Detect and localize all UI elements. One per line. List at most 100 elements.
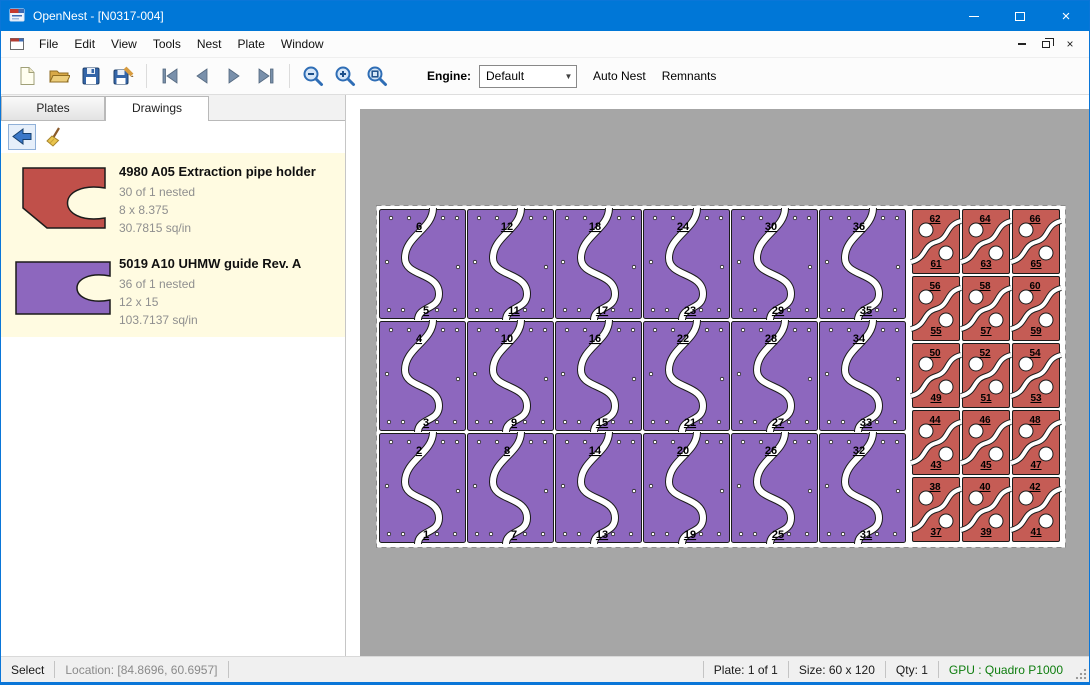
svg-text:64: 64 (979, 214, 991, 225)
return-part-button[interactable] (8, 124, 36, 150)
svg-text:1: 1 (423, 529, 429, 541)
svg-text:28: 28 (765, 333, 777, 345)
red-part-pair[interactable]: 4645 (961, 411, 1011, 475)
new-file-button[interactable] (11, 60, 43, 92)
svg-text:58: 58 (979, 281, 991, 292)
svg-text:11: 11 (508, 305, 520, 317)
svg-text:10: 10 (501, 333, 513, 345)
svg-text:60: 60 (1029, 281, 1041, 292)
save-as-button[interactable] (107, 60, 139, 92)
resize-grip-icon[interactable] (1073, 657, 1089, 682)
purple-part-pair[interactable]: 1817 (556, 208, 642, 320)
red-part-pair[interactable]: 5655 (911, 277, 961, 341)
nest-viewport[interactable]: 6512111817242330293635431091615222128273… (360, 95, 1089, 656)
purple-part-pair[interactable]: 87 (468, 432, 554, 544)
menu-nest[interactable]: Nest (189, 32, 230, 56)
menu-edit[interactable]: Edit (66, 32, 103, 56)
red-part-pair[interactable]: 6463 (961, 210, 1011, 274)
red-part-pair[interactable]: 6261 (911, 210, 961, 274)
engine-select[interactable]: Default ▼ (479, 65, 577, 88)
svg-text:19: 19 (684, 529, 696, 541)
status-mode: Select (1, 663, 54, 677)
zoom-fit-button[interactable] (361, 60, 393, 92)
zoom-in-button[interactable] (329, 60, 361, 92)
remnants-button[interactable]: Remnants (662, 69, 717, 83)
mdi-close-button[interactable]: × (1061, 36, 1079, 52)
red-part-pair[interactable]: 4039 (961, 478, 1011, 542)
last-plate-button[interactable] (250, 60, 282, 92)
tab-drawings[interactable]: Drawings (105, 96, 209, 121)
maximize-button[interactable] (997, 1, 1043, 31)
zoom-fit-icon (366, 65, 388, 87)
tab-plates[interactable]: Plates (1, 96, 105, 120)
nest-canvas[interactable]: 6512111817242330293635431091615222128273… (376, 205, 1066, 548)
purple-part-pair[interactable]: 2625 (732, 432, 818, 544)
zoom-out-button[interactable] (297, 60, 329, 92)
red-part-pair[interactable]: 3837 (911, 478, 961, 542)
purple-part-pair[interactable]: 1211 (468, 208, 554, 320)
panel-splitter[interactable] (346, 95, 360, 656)
red-part-pair[interactable]: 6059 (1011, 277, 1061, 341)
svg-text:27: 27 (772, 417, 784, 429)
svg-text:13: 13 (596, 529, 608, 541)
main-toolbar: Engine: Default ▼ Auto Nest Remnants (1, 57, 1089, 95)
purple-part-pair[interactable]: 2221 (644, 320, 730, 432)
mdi-minimize-button[interactable] (1013, 36, 1031, 52)
purple-part-pair[interactable]: 21 (380, 432, 466, 544)
next-plate-button[interactable] (218, 60, 250, 92)
svg-text:33: 33 (860, 417, 872, 429)
svg-text:5: 5 (423, 305, 429, 317)
red-part-pair[interactable]: 6665 (1011, 210, 1061, 274)
menu-plate[interactable]: Plate (230, 32, 273, 56)
status-separator (228, 661, 229, 678)
auto-nest-button[interactable]: Auto Nest (593, 69, 646, 83)
svg-text:44: 44 (929, 415, 941, 426)
purple-part-pair[interactable]: 3029 (732, 208, 818, 320)
minimize-button[interactable] (951, 1, 997, 31)
purple-part-pair[interactable]: 43 (380, 320, 466, 432)
purple-part-pair[interactable]: 28 27 (732, 320, 818, 432)
svg-text:4: 4 (416, 333, 423, 345)
red-part-pair[interactable]: 5251 (961, 344, 1011, 408)
part-nested-count: 30 of 1 nested (119, 183, 316, 201)
red-part-pair[interactable]: 5453 (1011, 344, 1061, 408)
purple-part-pair[interactable]: 3433 (820, 320, 906, 432)
purple-part-pair[interactable]: 2019 (644, 432, 730, 544)
menu-file[interactable]: File (31, 32, 66, 56)
open-button[interactable] (43, 60, 75, 92)
red-part-pair[interactable]: 4443 (911, 411, 961, 475)
purple-part-pair[interactable]: 65 (380, 208, 466, 320)
purple-part-pair[interactable]: 109 (468, 320, 554, 432)
close-button[interactable]: × (1043, 1, 1089, 31)
part-size: 8 x 8.375 (119, 201, 316, 219)
mdi-restore-button[interactable] (1037, 36, 1055, 52)
svg-text:52: 52 (979, 348, 991, 359)
save-button[interactable] (75, 60, 107, 92)
red-part-pair[interactable]: 5857 (961, 277, 1011, 341)
purple-part-pair[interactable]: 3231 (820, 432, 906, 544)
svg-text:8: 8 (504, 445, 510, 457)
svg-text:22: 22 (677, 333, 689, 345)
previous-plate-button[interactable] (186, 60, 218, 92)
clean-drawings-button[interactable] (42, 124, 70, 150)
purple-part-pair[interactable]: 2423 (644, 208, 730, 320)
svg-text:29: 29 (772, 305, 784, 317)
svg-text:62: 62 (929, 214, 941, 225)
purple-part-pair[interactable]: 3635 (820, 208, 906, 320)
first-plate-button[interactable] (154, 60, 186, 92)
menu-tools[interactable]: Tools (145, 32, 189, 56)
purple-part-pair[interactable]: 1615 (556, 320, 642, 432)
red-part-pair[interactable]: 5049 (911, 344, 961, 408)
menu-view[interactable]: View (103, 32, 145, 56)
new-file-icon (16, 65, 38, 87)
list-item-uhmw-guide[interactable]: 5019 A10 UHMW guide Rev. A 36 of 1 neste… (1, 245, 345, 337)
red-part-pair[interactable]: 4241 (1011, 478, 1061, 542)
menu-window[interactable]: Window (273, 32, 332, 56)
list-item-extraction-pipe-holder[interactable]: 4980 A05 Extraction pipe holder 30 of 1 … (1, 153, 345, 245)
purple-part-pair[interactable]: 1413 (556, 432, 642, 544)
red-part-pair[interactable]: 4847 (1011, 411, 1061, 475)
document-window-icon[interactable] (7, 35, 27, 53)
svg-text:41: 41 (1030, 527, 1042, 538)
close-icon: × (1062, 8, 1071, 25)
part-area: 30.7815 sq/in (119, 219, 316, 237)
